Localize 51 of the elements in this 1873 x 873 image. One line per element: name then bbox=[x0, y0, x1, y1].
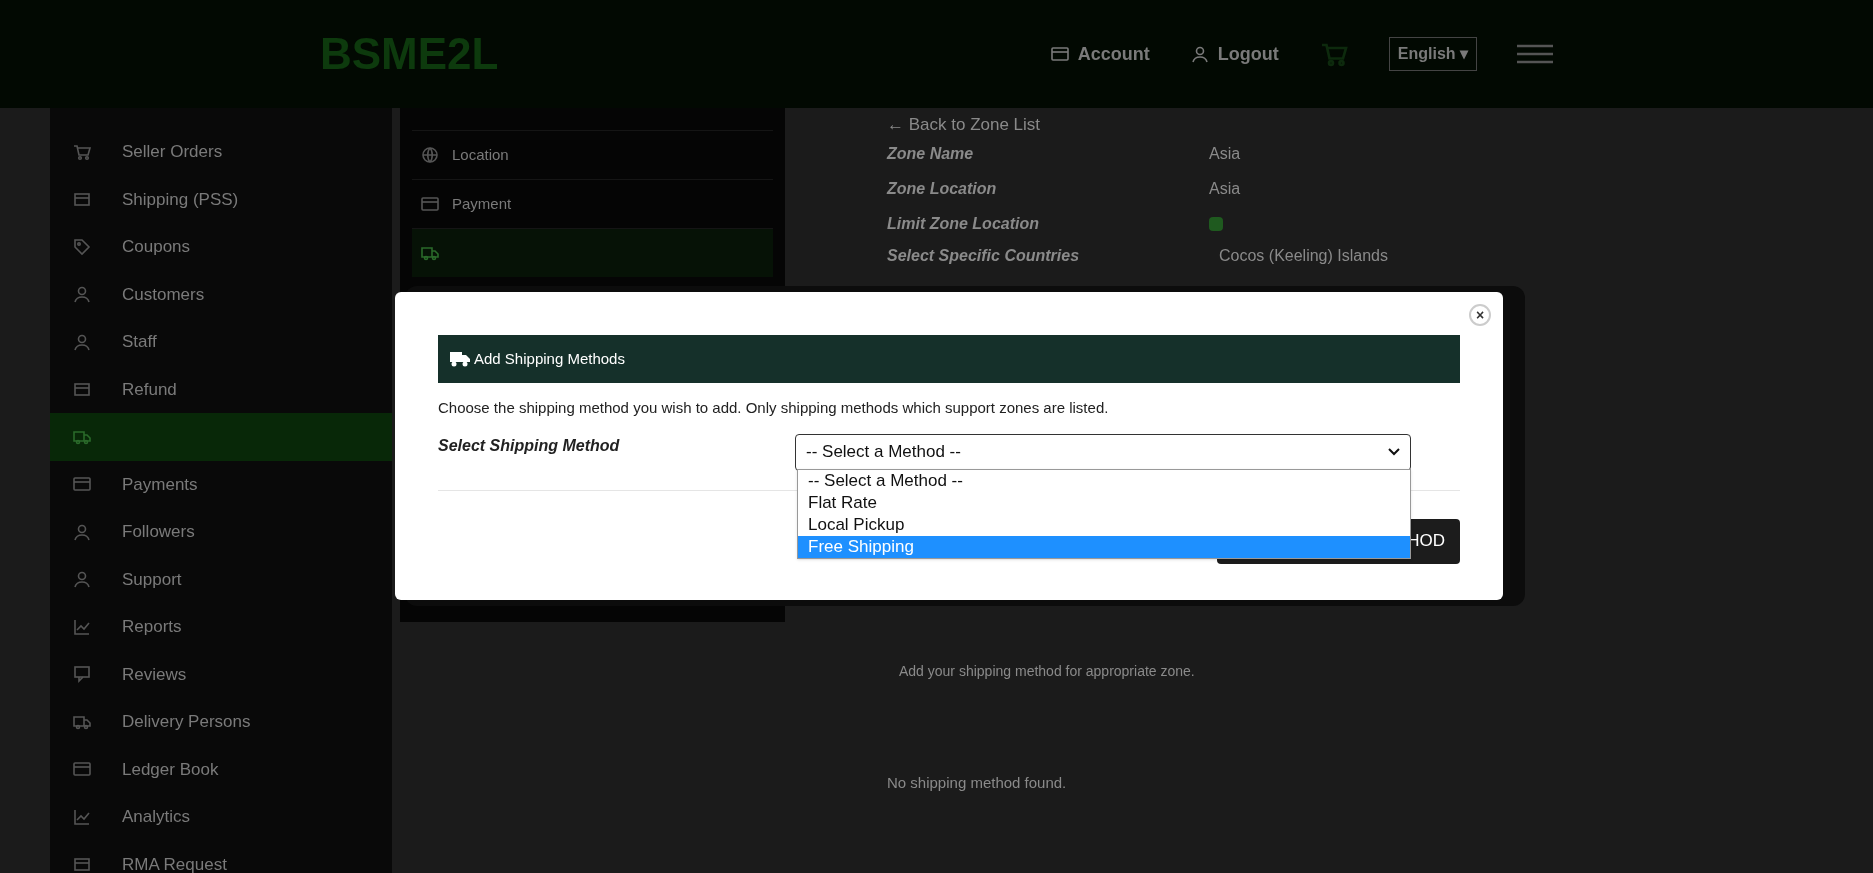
sidebar-item[interactable]: Seller Orders bbox=[50, 128, 392, 176]
chat-icon bbox=[72, 664, 92, 685]
checkbox[interactable] bbox=[1209, 216, 1223, 231]
sidebar-item[interactable]: Analytics bbox=[50, 793, 392, 841]
empty-message: No shipping method found. bbox=[887, 773, 1068, 793]
sidebar-item[interactable]: Shipping (PSS) bbox=[50, 175, 392, 223]
modal-title: Add Shipping Methods bbox=[474, 348, 625, 369]
sidebar-item[interactable]: Coupons bbox=[50, 223, 392, 271]
back-link[interactable]: ← Back to Zone List bbox=[887, 112, 1873, 136]
sidebar-item[interactable]: Refund bbox=[50, 365, 392, 413]
sidebar-item[interactable] bbox=[50, 413, 392, 461]
field-value: Asia bbox=[1209, 178, 1241, 199]
sidebar-item[interactable]: Delivery Persons bbox=[50, 698, 392, 746]
menu-item[interactable] bbox=[412, 228, 773, 277]
sidebar-item[interactable]: Reports bbox=[50, 603, 392, 651]
truck-icon bbox=[450, 351, 470, 367]
sidebar-item[interactable]: Customers bbox=[50, 270, 392, 318]
country-option[interactable]: Cocos (Keeling) Islands bbox=[1209, 244, 1388, 268]
logout-link[interactable]: Logout bbox=[1189, 40, 1279, 68]
modal-description: Choose the shipping method you wish to add. Only shipping methods which support zones are listed. bbox=[438, 398, 1110, 418]
sidebar-item[interactable]: Reviews bbox=[50, 650, 392, 698]
dropdown-option[interactable]: Local Pickup bbox=[798, 514, 1410, 536]
sidebar-item[interactable]: RMA Request bbox=[50, 840, 392, 873]
globe-icon bbox=[420, 145, 440, 165]
sidebar-item[interactable]: Payments bbox=[50, 460, 392, 508]
user-icon bbox=[1189, 44, 1210, 64]
account-link[interactable]: Account bbox=[1049, 40, 1150, 68]
menu-item[interactable]: Location bbox=[412, 130, 773, 179]
sidebar-item[interactable]: Support bbox=[50, 555, 392, 603]
card-icon bbox=[420, 194, 440, 214]
user-icon bbox=[72, 569, 92, 590]
card-icon bbox=[1049, 44, 1070, 64]
chevron-icon bbox=[1388, 448, 1400, 456]
sidebar-item[interactable]: Staff bbox=[50, 318, 392, 366]
user-icon bbox=[72, 284, 92, 305]
dropdown-option[interactable]: Flat Rate bbox=[798, 492, 1410, 514]
sidebar-item[interactable]: Ledger Book bbox=[50, 745, 392, 793]
methods-note: Add your shipping method for appropriate zone. bbox=[898, 662, 1196, 681]
language-selector[interactable]: English ▾ bbox=[1388, 37, 1477, 71]
dropdown-option[interactable]: -- Select a Method -- bbox=[798, 470, 1410, 492]
field-label: Select Shipping Method bbox=[438, 435, 621, 456]
field-label: Zone Name bbox=[887, 143, 975, 164]
dropdown-option[interactable]: Free Shipping bbox=[798, 536, 1410, 558]
field-label: Limit Zone Location bbox=[887, 213, 1040, 234]
sidebar-item[interactable]: Followers bbox=[50, 508, 392, 556]
close-button[interactable]: × bbox=[1469, 304, 1491, 326]
tag-icon bbox=[72, 236, 92, 257]
field-label: Zone Location bbox=[887, 178, 998, 199]
menu-icon[interactable] bbox=[1517, 44, 1553, 64]
field-label: Select Specific Countries bbox=[887, 246, 1081, 266]
field-value: Asia bbox=[1209, 143, 1241, 164]
